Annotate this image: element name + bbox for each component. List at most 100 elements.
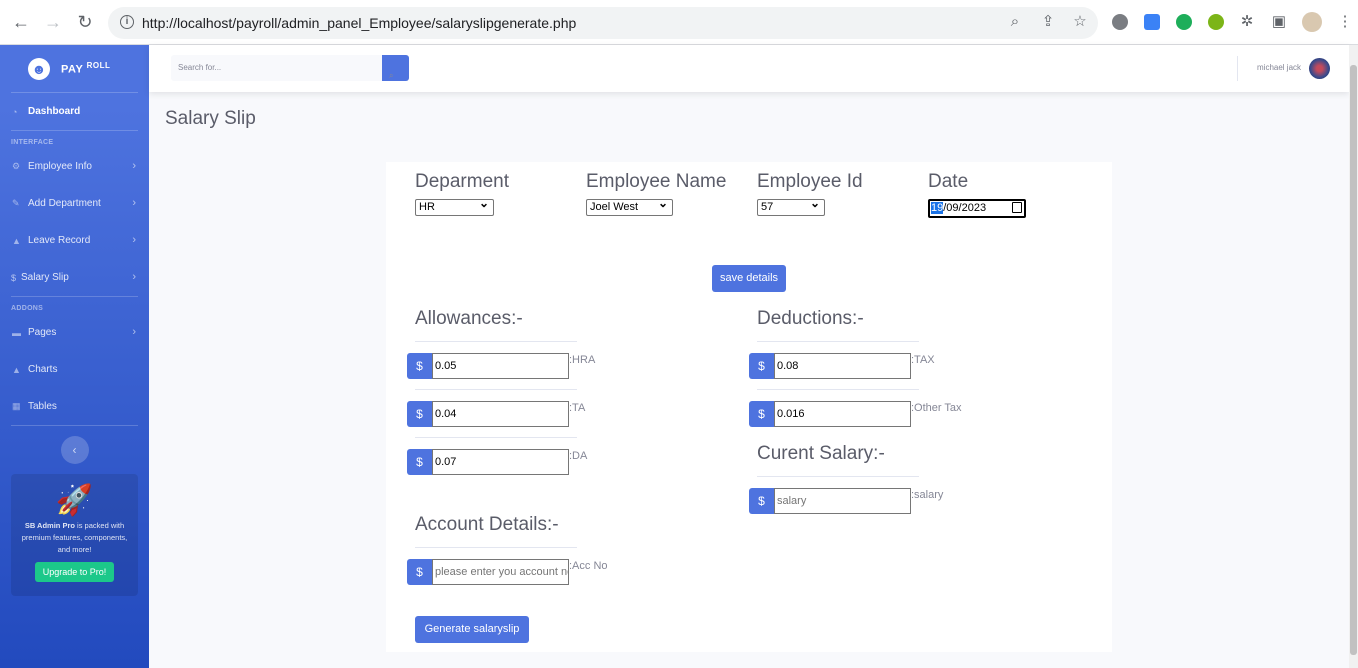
user-name[interactable]: michael jack xyxy=(1257,63,1301,72)
extension-icon[interactable] xyxy=(1112,14,1128,30)
currency-addon: $ xyxy=(749,401,774,427)
scrollbar-thumb[interactable] xyxy=(1350,65,1357,655)
date-day-segment[interactable]: 19 xyxy=(931,202,944,214)
ta-input[interactable]: 0.04 xyxy=(432,401,569,427)
salary-input[interactable]: salary xyxy=(774,488,911,514)
chart-area-icon: ▲ xyxy=(12,364,21,375)
employee-id-select[interactable]: 57 xyxy=(757,196,825,216)
tachometer-icon: ◔ xyxy=(12,106,18,117)
side-panel-icon[interactable]: ▣ xyxy=(1270,13,1288,31)
extensions-puzzle-icon[interactable]: ✲ xyxy=(1238,13,1256,31)
section-divider xyxy=(757,389,919,390)
other-tax-input[interactable]: 0.016 xyxy=(774,401,911,427)
forward-icon[interactable]: → xyxy=(42,11,64,33)
chevron-right-icon: › xyxy=(132,326,136,338)
search-input[interactable]: Search for... ⌕ xyxy=(171,55,409,81)
account-number-input[interactable]: please enter you account no xyxy=(432,559,569,585)
sidebar-item-label: Employee Info xyxy=(28,161,92,172)
current-salary-heading: Curent Salary:- xyxy=(757,443,885,464)
currency-addon: $ xyxy=(749,353,774,379)
search-icon: ⌕ xyxy=(389,71,394,80)
generate-salaryslip-button[interactable]: Generate salaryslip xyxy=(415,616,529,643)
sidebar-item-tables[interactable]: ▦ Tables xyxy=(0,388,149,425)
da-label: :DA xyxy=(569,450,588,462)
salary-label: :salary xyxy=(911,489,944,501)
sidebar-item-charts[interactable]: ▲ Charts xyxy=(0,351,149,388)
sidebar-item-dashboard[interactable]: ◔ Dashboard xyxy=(0,93,149,130)
brand-suffix: ROLL xyxy=(86,61,111,71)
menu-kebab-icon[interactable]: ⋮ xyxy=(1336,13,1354,31)
tax-input[interactable]: 0.08 xyxy=(774,353,911,379)
sidebar-item-pages[interactable]: ▬ Pages › xyxy=(0,314,149,351)
section-divider xyxy=(415,389,577,390)
chevron-right-icon: › xyxy=(132,160,136,172)
search-button[interactable]: ⌕ xyxy=(382,55,409,81)
account-number-label: :Acc No xyxy=(569,560,608,572)
sidebar-heading: INTERFACE xyxy=(11,139,54,146)
share-icon[interactable]: ⇪ xyxy=(1039,13,1057,31)
sidebar-heading: ADDONS xyxy=(11,305,44,312)
extension-icon[interactable] xyxy=(1208,14,1224,30)
brand-name: PAY xyxy=(61,63,84,76)
allowances-heading: Allowances:- xyxy=(415,308,523,329)
cog-icon: ⚙ xyxy=(12,161,21,171)
date-label: Date xyxy=(928,171,969,192)
back-icon[interactable]: ← xyxy=(10,11,32,33)
browser-toolbar: ← → ↻ i http://localhost/payroll/admin_p… xyxy=(0,0,1358,45)
section-divider xyxy=(757,341,919,342)
currency-addon: $ xyxy=(407,449,432,475)
employee-name-select[interactable]: Joel West xyxy=(586,196,673,216)
table-icon: ▦ xyxy=(12,401,21,411)
laugh-wink-icon: ☻ xyxy=(28,57,50,80)
folder-icon: ▬ xyxy=(12,327,21,338)
extension-icon[interactable] xyxy=(1176,14,1192,30)
sidebar-item-label: Leave Record xyxy=(28,235,91,246)
department-label: Deparment xyxy=(415,171,509,192)
page-scrollbar[interactable] xyxy=(1349,45,1358,668)
currency-addon: $ xyxy=(407,559,432,585)
zoom-icon[interactable]: ⌕ xyxy=(1006,13,1024,31)
save-details-button[interactable]: save details xyxy=(712,265,786,292)
wrench-icon: ✎ xyxy=(12,198,20,208)
upgrade-to-pro-button[interactable]: Upgrade to Pro! xyxy=(34,562,115,582)
sidebar-item-employee-info[interactable]: ⚙ Employee Info › xyxy=(0,148,149,185)
promo-title: SB Admin Pro xyxy=(24,521,75,530)
deductions-heading: Deductions:- xyxy=(757,308,864,329)
topbar: Search for... ⌕ michael jack xyxy=(149,45,1349,92)
department-select[interactable]: HR xyxy=(415,196,494,216)
sidebar-item-label: Dashboard xyxy=(28,106,81,117)
sidebar-item-leave-record[interactable]: ▲ Leave Record › xyxy=(0,222,149,259)
user-avatar[interactable] xyxy=(1309,58,1330,79)
currency-addon: $ xyxy=(407,353,432,379)
other-tax-label: :Other Tax xyxy=(911,402,962,414)
sidebar-toggle-button[interactable]: ‹ xyxy=(60,436,89,464)
sidebar-item-label: Salary Slip xyxy=(21,272,69,283)
extension-icon[interactable] xyxy=(1144,14,1160,30)
reload-icon[interactable]: ↻ xyxy=(74,11,96,33)
bookmark-star-icon[interactable]: ☆ xyxy=(1071,13,1089,31)
site-info-icon[interactable]: i xyxy=(120,15,134,29)
calendar-icon[interactable] xyxy=(1012,202,1022,213)
hra-input[interactable]: 0.05 xyxy=(432,353,569,379)
profile-avatar-icon[interactable] xyxy=(1302,12,1322,32)
section-divider xyxy=(415,437,577,438)
address-bar[interactable]: i http://localhost/payroll/admin_panel_E… xyxy=(108,7,1098,39)
section-divider xyxy=(757,476,919,477)
dollar-icon: $ xyxy=(11,272,17,283)
url-text[interactable]: http://localhost/payroll/admin_panel_Emp… xyxy=(142,15,576,31)
sidebar-promo-card: 🚀 SB Admin Pro is packed with premium fe… xyxy=(11,474,138,596)
sidebar-item-add-department[interactable]: ✎ Add Department › xyxy=(0,185,149,222)
sidebar-divider xyxy=(11,425,138,426)
page-title: Salary Slip xyxy=(165,108,256,129)
sidebar-item-label: Pages xyxy=(28,327,57,338)
sidebar-brand[interactable]: ☻ PAY ROLL xyxy=(0,45,149,92)
currency-addon: $ xyxy=(407,401,432,427)
section-divider xyxy=(415,341,577,342)
date-input[interactable]: 19/09/2023 xyxy=(928,199,1026,218)
currency-addon: $ xyxy=(749,488,774,514)
chart-area-icon: ▲ xyxy=(12,235,21,246)
da-input[interactable]: 0.07 xyxy=(432,449,569,475)
topbar-divider xyxy=(1237,56,1238,81)
sidebar: ☻ PAY ROLL ◔ Dashboard INTERFACE ⚙ Emplo… xyxy=(0,45,149,668)
sidebar-item-salary-slip[interactable]: $ Salary Slip › xyxy=(0,259,149,296)
